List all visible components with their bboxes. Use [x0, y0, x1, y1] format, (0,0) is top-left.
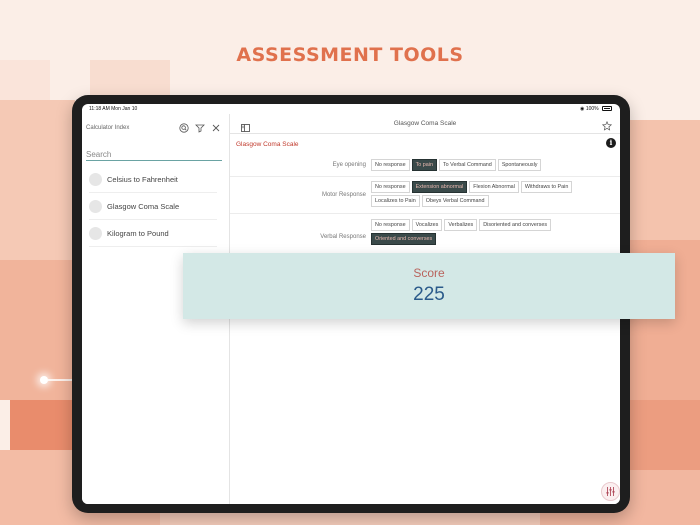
star-icon[interactable]: [601, 118, 613, 136]
option-obeys-verbal-command[interactable]: Obeys Verbal Command: [421, 195, 489, 207]
option-verbalizes[interactable]: Verbalizes: [444, 219, 478, 231]
nav-title: Glasgow Coma Scale: [393, 120, 457, 127]
status-time: 11:18 AM Mon Jan 10: [89, 106, 138, 112]
glow-dot: [40, 376, 48, 384]
status-right: ◉ 100%: [580, 106, 612, 112]
search-input[interactable]: [86, 149, 222, 161]
calculator-list: Celsius to Fahrenheit Glasgow Coma Scale…: [89, 166, 217, 247]
option-vocalizes[interactable]: Vocalizes: [411, 219, 443, 231]
wifi-icon: ◉: [580, 106, 585, 112]
option-oriented-and-converses[interactable]: Oriented and converses: [371, 233, 437, 245]
glow-line: [48, 379, 74, 381]
option-localizes-to-pain[interactable]: Localizes to Pain: [371, 195, 420, 207]
option-flexion-abnormal[interactable]: Flexion Abnormal: [469, 181, 519, 193]
list-item-label: Celsius to Fahrenheit: [107, 174, 178, 184]
option-group: No response Vocalizes Verbalizes Disorie…: [371, 219, 586, 245]
sliders-icon: [606, 487, 615, 496]
motor-response-row: Motor Response No response Extension abn…: [230, 177, 620, 214]
option-extension-abnormal[interactable]: Extension abnormal: [411, 181, 468, 193]
option-spontaneously[interactable]: Spontaneously: [497, 159, 542, 171]
option-group: No response Extension abnormal Flexion A…: [371, 181, 586, 207]
verbal-response-row: Verbal Response No response Vocalizes Ve…: [230, 214, 620, 252]
option-no-response[interactable]: No response: [371, 181, 410, 193]
filter-icon[interactable]: [195, 123, 205, 133]
score-value: 225: [413, 284, 445, 305]
close-icon[interactable]: [211, 123, 221, 133]
option-to-verbal-command[interactable]: To Verbal Command: [438, 159, 496, 171]
adjust-button[interactable]: [601, 482, 620, 501]
info-button[interactable]: i: [606, 138, 616, 148]
status-bar: 11:18 AM Mon Jan 10 ◉ 100%: [82, 104, 620, 114]
list-item[interactable]: Celsius to Fahrenheit: [89, 166, 217, 193]
calculator-title: Glasgow Coma Scale: [236, 141, 299, 148]
option-group: No response To pain To Verbal Command Sp…: [371, 159, 586, 171]
search-icon[interactable]: [179, 123, 189, 133]
row-label: Verbal Response: [320, 234, 366, 240]
option-to-pain[interactable]: To pain: [411, 159, 437, 171]
sidebar-toolbar: [179, 123, 221, 133]
calculator-icon: [89, 226, 102, 240]
option-disoriented-and-converses[interactable]: Disoriented and converses: [479, 219, 552, 231]
score-card: Score 225: [183, 253, 675, 319]
list-item[interactable]: Glasgow Coma Scale: [89, 193, 217, 220]
battery-text: 100%: [585, 106, 599, 112]
row-label: Motor Response: [321, 192, 366, 198]
nav-bar: Glasgow Coma Scale: [230, 114, 620, 134]
row-label: Eye opening: [332, 162, 366, 168]
list-item-label: Kilogram to Pound: [107, 228, 169, 238]
calculator-icon: [89, 199, 102, 213]
sidebar-title: Calculator Index: [86, 125, 130, 131]
list-item[interactable]: Kilogram to Pound: [89, 220, 217, 247]
eye-opening-row: Eye opening No response To pain To Verba…: [230, 154, 620, 177]
calculator-icon: [89, 172, 102, 186]
battery-icon: [602, 106, 612, 112]
option-withdraws-to-pain[interactable]: Withdraws to Pain: [520, 181, 573, 193]
list-item-label: Glasgow Coma Scale: [107, 201, 180, 211]
option-no-response[interactable]: No response: [371, 219, 410, 231]
score-label: Score: [413, 266, 445, 280]
option-no-response[interactable]: No response: [371, 159, 410, 171]
page-headline: ASSESSMENT TOOLS: [236, 44, 464, 66]
